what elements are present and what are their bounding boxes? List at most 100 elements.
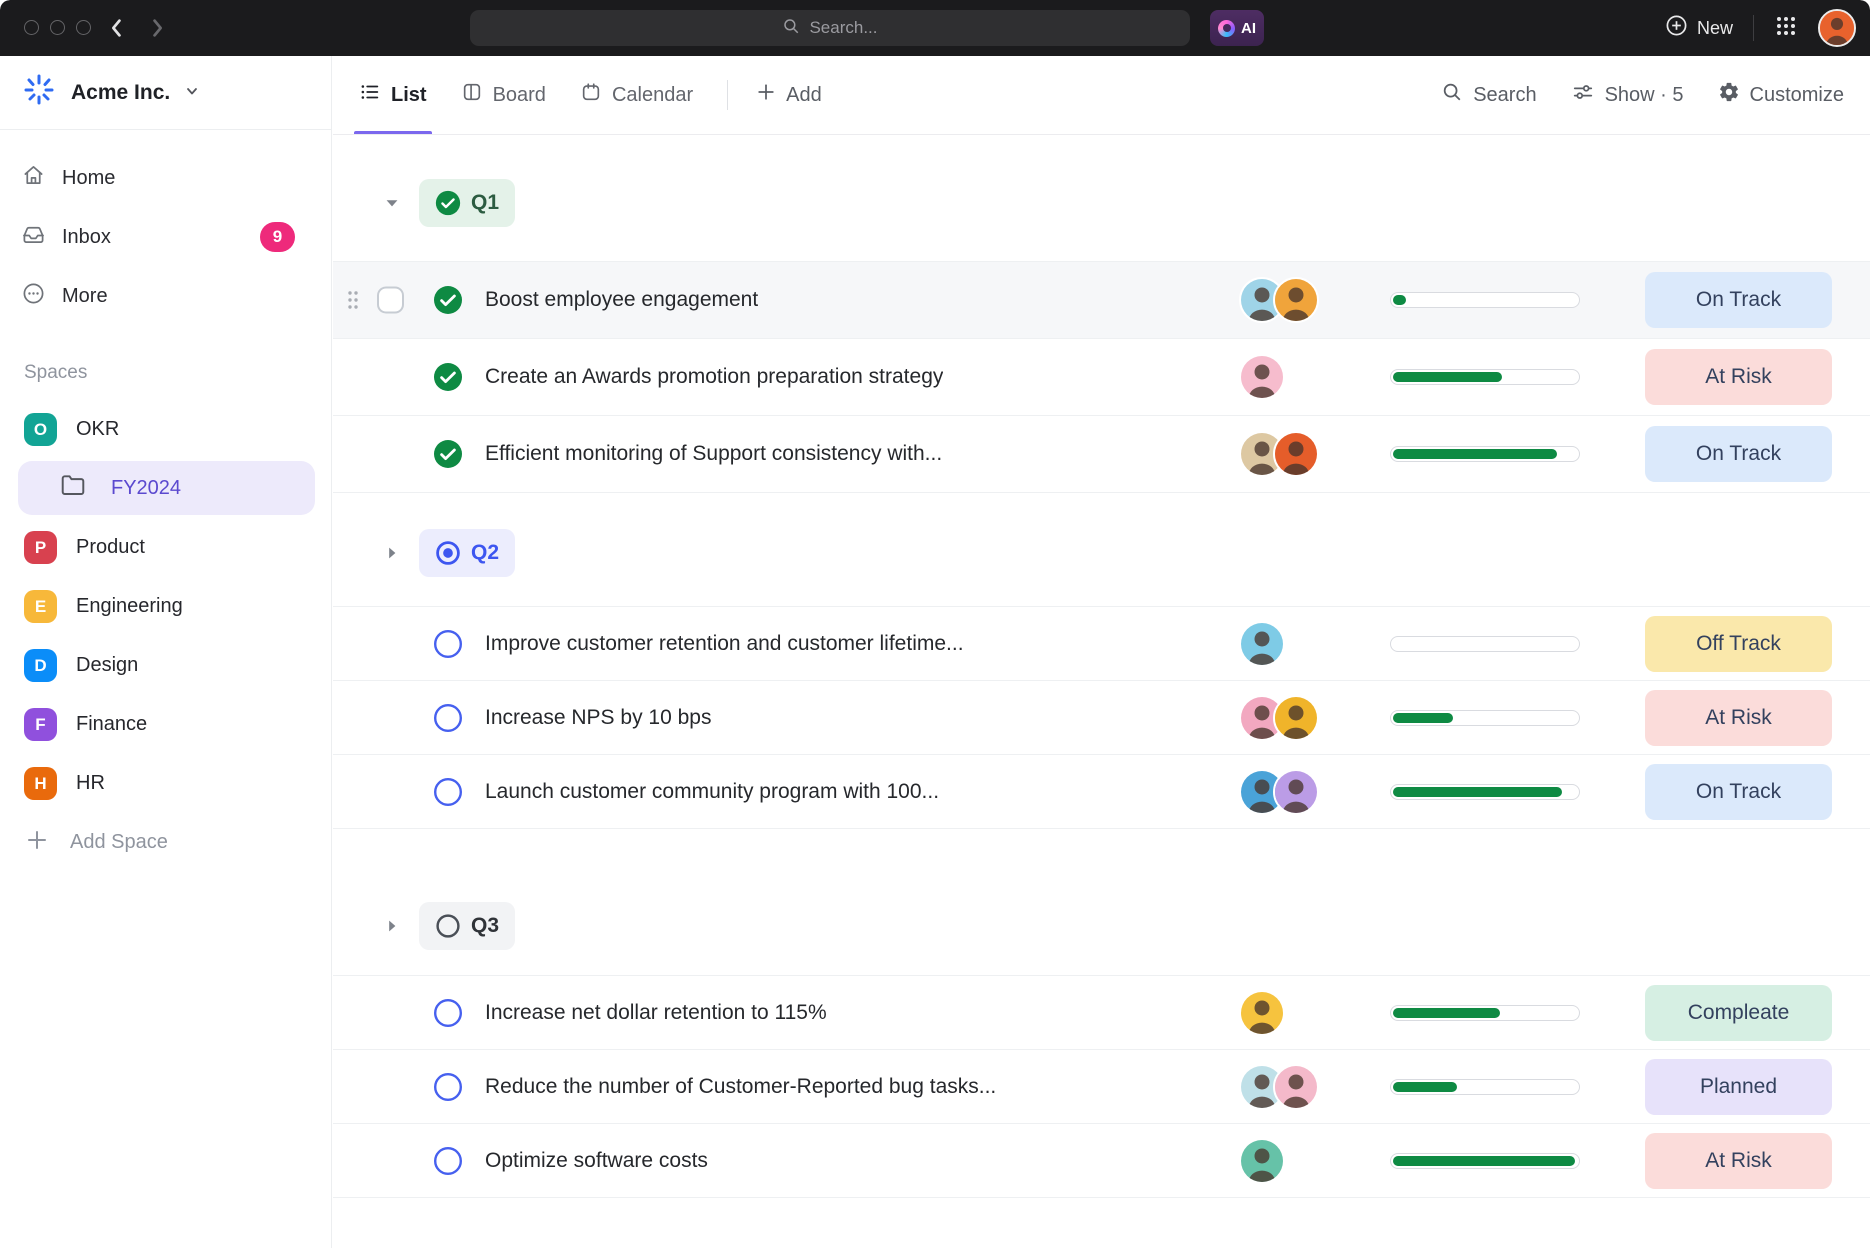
group-pill[interactable]: Q3 [419, 902, 515, 950]
avatar[interactable] [1273, 431, 1319, 477]
task-status-icon[interactable] [433, 703, 463, 733]
list-search-button[interactable]: Search [1441, 81, 1536, 109]
task-status-icon[interactable] [433, 1072, 463, 1102]
forward-icon[interactable] [148, 17, 166, 44]
task-title[interactable]: Improve customer retention and customer … [485, 632, 964, 656]
drag-handle-icon[interactable] [346, 289, 360, 311]
task-status-icon[interactable] [433, 629, 463, 659]
sidebar-space-hr[interactable]: H HR [0, 754, 331, 813]
avatar[interactable] [1273, 695, 1319, 741]
status-badge[interactable]: At Risk [1645, 349, 1832, 405]
task-status-icon[interactable] [433, 998, 463, 1028]
sidebar-space-product[interactable]: P Product [0, 518, 331, 577]
avatar[interactable] [1239, 1138, 1285, 1184]
task-title[interactable]: Reduce the number of Customer-Reported b… [485, 1075, 996, 1099]
avatar[interactable] [1273, 277, 1319, 323]
task-status-icon[interactable] [433, 285, 463, 315]
task-status-icon[interactable] [433, 777, 463, 807]
task-row[interactable]: Boost employee engagement On Track [333, 262, 1870, 339]
status-badge[interactable]: On Track [1645, 764, 1832, 820]
task-title[interactable]: Efficient monitoring of Support consiste… [485, 442, 942, 466]
task-row[interactable]: Efficient monitoring of Support consiste… [333, 416, 1870, 493]
assignee-avatars[interactable] [1239, 990, 1285, 1036]
customize-label: Customize [1750, 84, 1844, 107]
row-checkbox[interactable] [377, 287, 404, 314]
group-caret-icon[interactable] [383, 194, 401, 212]
show-filter-button[interactable]: Show · 5 [1571, 81, 1684, 109]
task-row[interactable]: Improve customer retention and customer … [333, 607, 1870, 681]
ai-button[interactable]: AI [1210, 10, 1264, 46]
tab-list[interactable]: List [359, 56, 427, 134]
sidebar-item-home[interactable]: Home [22, 156, 309, 200]
task-row[interactable]: Increase NPS by 10 bps At Risk [333, 681, 1870, 755]
assignee-avatars[interactable] [1239, 277, 1319, 323]
customize-button[interactable]: Customize [1718, 81, 1844, 109]
tab-calendar[interactable]: Calendar [580, 56, 693, 134]
spaces-heading: Spaces [24, 362, 331, 384]
sidebar-item-more[interactable]: More [22, 274, 309, 318]
task-status-icon[interactable] [433, 439, 463, 469]
avatar[interactable] [1239, 990, 1285, 1036]
sidebar-space-engineering[interactable]: E Engineering [0, 577, 331, 636]
status-badge[interactable]: On Track [1645, 272, 1832, 328]
status-badge[interactable]: At Risk [1645, 690, 1832, 746]
task-title[interactable]: Create an Awards promotion preparation s… [485, 365, 943, 389]
task-title[interactable]: Launch customer community program with 1… [485, 780, 939, 804]
avatar[interactable] [1273, 1064, 1319, 1110]
sidebar-space-finance[interactable]: F Finance [0, 695, 331, 754]
task-title[interactable]: Optimize software costs [485, 1149, 708, 1173]
status-badge[interactable]: Compleate [1645, 985, 1832, 1041]
user-avatar[interactable] [1818, 9, 1856, 47]
group-caret-icon[interactable] [383, 917, 401, 935]
assignee-avatars[interactable] [1239, 621, 1285, 667]
new-button[interactable]: New [1665, 14, 1733, 42]
task-row[interactable]: Create an Awards promotion preparation s… [333, 339, 1870, 416]
workspace-switcher[interactable]: Acme Inc. [0, 56, 331, 130]
assignee-avatars[interactable] [1239, 769, 1319, 815]
window-controls[interactable] [24, 20, 91, 35]
window-zoom-button[interactable] [76, 20, 91, 35]
sidebar-space-design[interactable]: D Design [0, 636, 331, 695]
window-close-button[interactable] [24, 20, 39, 35]
group-pill[interactable]: Q1 [419, 179, 515, 227]
status-badge[interactable]: At Risk [1645, 1133, 1832, 1189]
avatar[interactable] [1273, 769, 1319, 815]
add-space-button[interactable]: Add Space [0, 813, 331, 872]
global-search-input[interactable]: Search... [470, 10, 1190, 46]
app-grid-icon[interactable] [1774, 14, 1798, 43]
list-search-label: Search [1473, 84, 1536, 107]
task-status-icon[interactable] [433, 1146, 463, 1176]
group-rows: Improve customer retention and customer … [333, 606, 1870, 829]
avatar[interactable] [1239, 621, 1285, 667]
assignee-avatars[interactable] [1239, 431, 1319, 477]
status-badge[interactable]: Off Track [1645, 616, 1832, 672]
assignee-avatars[interactable] [1239, 1064, 1319, 1110]
group-pill[interactable]: Q2 [419, 529, 515, 577]
avatar[interactable] [1239, 354, 1285, 400]
task-row[interactable]: Launch customer community program with 1… [333, 755, 1870, 829]
sidebar-item-inbox[interactable]: Inbox 9 [22, 215, 309, 259]
group-caret-icon[interactable] [383, 544, 401, 562]
add-view-button[interactable]: Add [756, 82, 822, 108]
back-icon[interactable] [108, 17, 126, 44]
status-badge[interactable]: On Track [1645, 426, 1832, 482]
task-title[interactable]: Increase NPS by 10 bps [485, 706, 711, 730]
task-title[interactable]: Boost employee engagement [485, 288, 758, 312]
sidebar-item-label: Inbox [62, 226, 111, 249]
assignee-avatars[interactable] [1239, 354, 1285, 400]
group-header: Q1 [333, 179, 1870, 227]
window-minimize-button[interactable] [50, 20, 65, 35]
task-row[interactable]: Increase net dollar retention to 115% Co… [333, 976, 1870, 1050]
task-row[interactable]: Reduce the number of Customer-Reported b… [333, 1050, 1870, 1124]
sidebar-space-okr[interactable]: O OKR [0, 400, 331, 459]
space-label: OKR [76, 418, 119, 441]
task-title[interactable]: Increase net dollar retention to 115% [485, 1001, 827, 1025]
tab-board[interactable]: Board [461, 56, 546, 134]
sidebar-folder-fy2024[interactable]: FY2024 [18, 461, 315, 515]
space-icon: F [24, 708, 57, 741]
assignee-avatars[interactable] [1239, 1138, 1285, 1184]
task-status-icon[interactable] [433, 362, 463, 392]
task-row[interactable]: Optimize software costs At Risk [333, 1124, 1870, 1198]
status-badge[interactable]: Planned [1645, 1059, 1832, 1115]
assignee-avatars[interactable] [1239, 695, 1319, 741]
